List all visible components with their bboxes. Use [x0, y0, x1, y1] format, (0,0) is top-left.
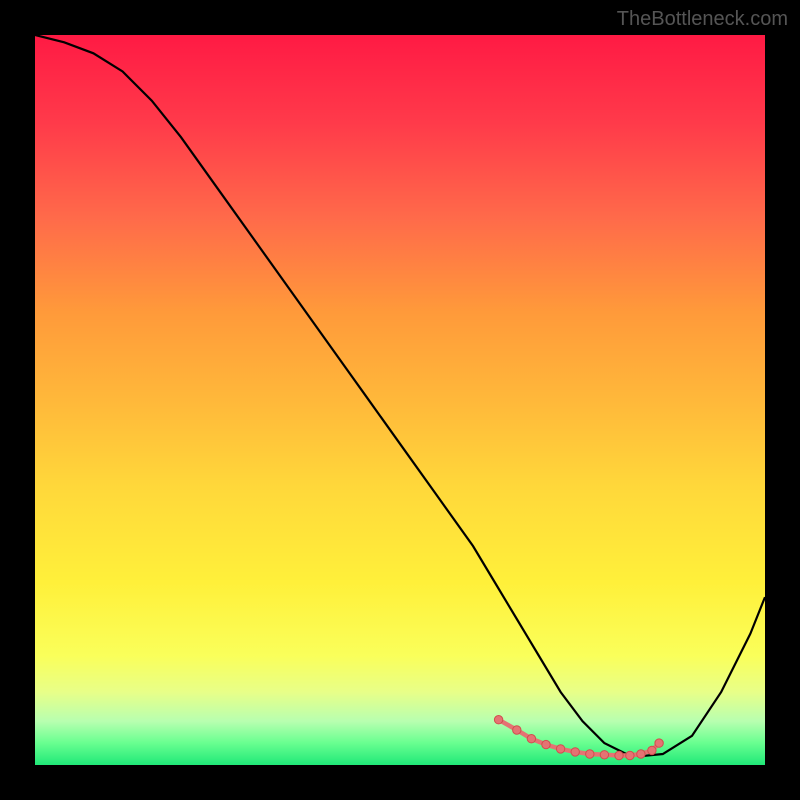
marker-dot — [600, 751, 608, 759]
marker-dot — [542, 740, 550, 748]
marker-dot — [513, 726, 521, 734]
watermark-text: TheBottleneck.com — [617, 8, 788, 31]
marker-dot — [527, 735, 535, 743]
marker-dot — [637, 750, 645, 758]
marker-dot — [655, 739, 663, 747]
marker-dots — [494, 716, 663, 760]
marker-dot — [648, 746, 656, 754]
marker-dot — [626, 751, 634, 759]
curve-line — [35, 35, 765, 756]
marker-dot — [586, 750, 594, 758]
marker-dot — [494, 716, 502, 724]
marker-dot — [556, 745, 564, 753]
chart-svg — [35, 35, 765, 765]
chart-plot-area — [35, 35, 765, 765]
marker-dot — [615, 751, 623, 759]
marker-dot — [571, 748, 579, 756]
